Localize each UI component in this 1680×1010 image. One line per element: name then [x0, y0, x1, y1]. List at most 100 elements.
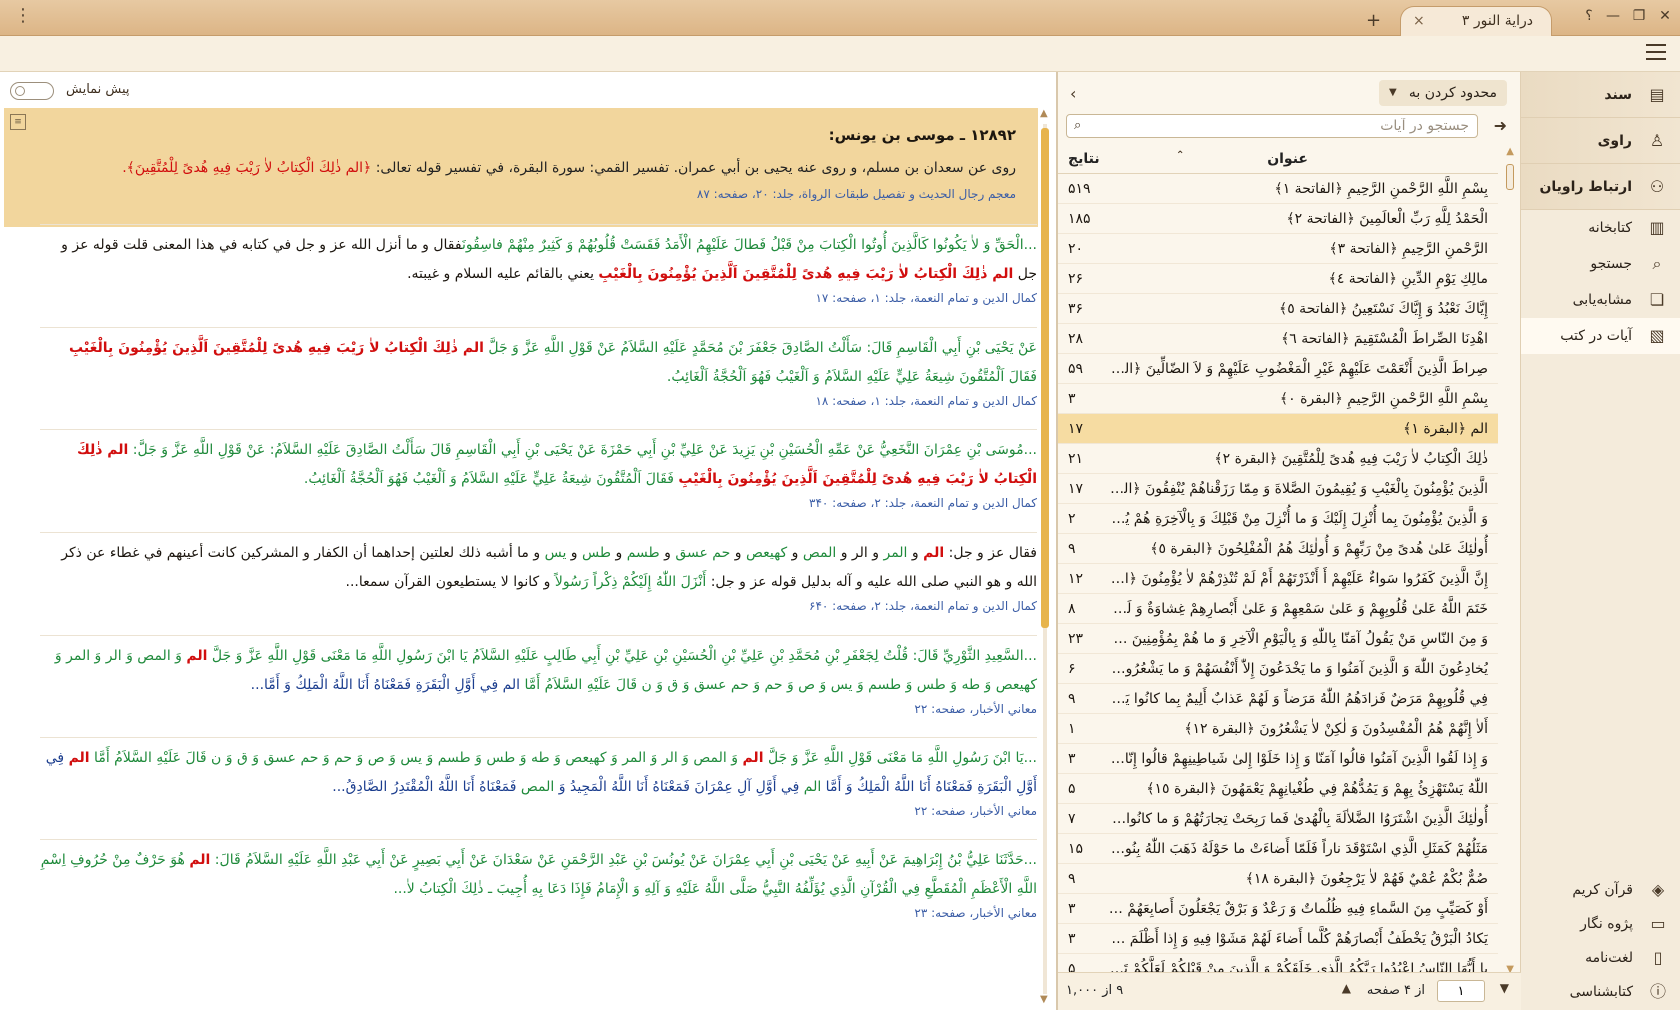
result-entry[interactable]: ...الْحَقِّ وَ لاٰ يَكُونُوا كَالَّذِينَ… [40, 224, 1037, 305]
nav-label: ارتباط راویان [1539, 179, 1632, 195]
verse-row[interactable]: يَكادُ الْبَرْقُ يَخْطَفُ أَبْصارَهُمْ ك… [1058, 924, 1498, 954]
verse-row[interactable]: وَ مِنَ النّاسِ مَنْ يَقُولُ آمَنّا بِال… [1058, 624, 1498, 654]
preview-toggle[interactable] [10, 82, 54, 100]
entry-source-link[interactable]: معاني الأخبار، صفحه: ۲۳ [40, 906, 1037, 920]
verse-row[interactable]: إِيَّاكَ نَعْبُدُ وَ إِيَّاكَ نَسْتَعِين… [1058, 294, 1498, 324]
close-window-button[interactable]: ✕ [1656, 8, 1674, 24]
entry-text-segment: فَقَالَ اَلْمُتَّقُونَ شِيعَةُ عَلِيٍّ ع… [303, 471, 679, 487]
verse-row[interactable]: الْحَمْدُ لِلَّهِ رَبِّ الْعالَمِينَ ﴿ال… [1058, 204, 1498, 234]
app-menu-button[interactable]: ⋮ [14, 6, 32, 26]
verse-row[interactable]: بِسْمِ اللَّهِ الرَّحْمنِ الرَّحِيمِ ﴿ال… [1058, 384, 1498, 414]
entry-text-segment: فِي أَوَّلِ آلِ عِمْرَانَ فَمَعْنَاهُ أَ… [554, 779, 804, 795]
result-count: ۹ از ۱,۰۰۰ [1066, 983, 1124, 998]
nav-item-dictionary[interactable]: ▯ لغت‌نامه [1521, 940, 1680, 976]
nav-item-search[interactable]: ⌕ جستجو [1521, 246, 1680, 282]
verse-row[interactable]: الرَّحْمنِ الرَّحِيمِ ﴿الفاتحة ٣﴾ ۲۰ [1058, 234, 1498, 264]
nav-item-quran[interactable]: ◈ قرآن کریم [1521, 872, 1680, 908]
search-icon: ⌕ [1652, 254, 1662, 273]
verse-row[interactable]: أَوْ كَصَيِّبٍ مِنَ السَّماءِ فِيهِ ظُلُ… [1058, 894, 1498, 924]
page-input[interactable] [1437, 980, 1485, 1002]
content-scrollbar[interactable]: ▲ ▼ [1038, 108, 1052, 1008]
maximize-button[interactable]: ❐ [1630, 8, 1648, 24]
hamburger-menu-icon[interactable] [1646, 44, 1666, 60]
verse-count: ۳ [1068, 931, 1076, 947]
verses-scrollbar[interactable]: ▲ ▼ [1500, 146, 1518, 976]
entry-source-link[interactable]: كمال الدين و تمام النعمة، جلد: ۲، صفحه: … [40, 599, 1037, 613]
verse-row[interactable]: يُخادِعُونَ اللّٰهَ وَ الَّذِينَ آمَنُوا… [1058, 654, 1498, 684]
nav-item-verses-in-books[interactable]: ▧ آیات در کتب [1521, 318, 1680, 354]
nav-item-narrator[interactable]: ♙ راوی [1521, 118, 1680, 164]
tab-close-icon[interactable]: × [1413, 7, 1425, 35]
collapse-panel-icon[interactable]: ‹ [1070, 84, 1076, 103]
nav-label: کتابشناسی [1569, 984, 1633, 1000]
arrow-right-icon[interactable]: ➜ [1494, 116, 1507, 135]
scroll-down-icon[interactable]: ▼ [1040, 994, 1048, 1005]
search-icon[interactable]: ⌕ [1074, 118, 1081, 133]
verse-row[interactable]: صِراطَ الَّذِينَ أَنْعَمْتَ عَلَيْهِمْ غ… [1058, 354, 1498, 384]
verse-row[interactable]: أُولٰئِكَ الَّذِينَ اشْتَرَوُا الضَّلاٰل… [1058, 804, 1498, 834]
verse-row[interactable]: الَّذِينَ يُؤْمِنُونَ بِالْغَيْبِ وَ يُق… [1058, 474, 1498, 504]
nav-item-narrator-links[interactable]: ⚇ ارتباط راویان [1521, 164, 1680, 210]
verse-row[interactable]: وَ إِذا لَقُوا الَّذِينَ آمَنُوا قالُوا … [1058, 744, 1498, 774]
verse-row[interactable]: مَثَلُهُمْ كَمَثَلِ الَّذِي اسْتَوْقَدَ … [1058, 834, 1498, 864]
table-header: عنوان ⌃ نتایج [1058, 146, 1498, 174]
entry-source-link[interactable]: معاني الأخبار، صفحه: ۲۲ [40, 804, 1037, 818]
verse-row[interactable]: فِي قُلُوبِهِمْ مَرَضٌ فَزادَهُمُ اللّٰه… [1058, 684, 1498, 714]
verse-row[interactable]: وَ الَّذِينَ يُؤْمِنُونَ بِما أُنْزِلَ إ… [1058, 504, 1498, 534]
nav-item-library[interactable]: ▥ کتابخانه [1521, 210, 1680, 246]
title-bar: ⋮ + درایة النور ۳ × ؟ — ❐ ✕ [0, 0, 1680, 36]
minimize-button[interactable]: — [1604, 8, 1622, 24]
result-entry[interactable]: ...مُوسَى بْنِ عِمْرَانَ النَّخَعِيُّ عَ… [40, 429, 1037, 510]
sort-up-icon[interactable]: ⌃ [1176, 150, 1184, 161]
verse-row[interactable]: صُمٌّ بُكْمٌ عُمْيٌ فَهُمْ لاٰ يَرْجِعُو… [1058, 864, 1498, 894]
narrator-hit-card[interactable]: ≡ ۱۲۸۹۲ ـ موسى بن يونس: روى عن سعدان بن … [4, 108, 1038, 227]
result-entry[interactable]: عَنْ يَحْيَى بْنِ أَبِي الْقَاسِمِ قَالَ… [40, 327, 1037, 408]
verse-title: أَوْ كَصَيِّبٍ مِنَ السَّماءِ فِيهِ ظُلُ… [1108, 901, 1488, 917]
result-entry[interactable]: ...يَا ابْنَ رَسُولِ اللَّهِ مَا مَعْنَى… [40, 737, 1037, 818]
entry-text-segment: طسم [626, 545, 660, 561]
entry-source-link[interactable]: معاني الأخبار، صفحه: ۲۲ [40, 702, 1037, 716]
nav-item-similarity[interactable]: ❏ مشابه‌یابی [1521, 282, 1680, 318]
new-tab-button[interactable]: + [1366, 10, 1381, 31]
hit-title: ۱۲۸۹۲ ـ موسى بن يونس: [828, 126, 1016, 144]
result-entry[interactable]: فقال عز و جل: الم و المر و الر و المص و … [40, 532, 1037, 613]
result-entry[interactable]: ...السَّعِيدِ الثَّوْرِيِّ قَالَ: قُلْتُ… [40, 635, 1037, 716]
entry-text: ...حَدَّثَنَا عَلِيُّ بْنُ إِبْرَاهِيمَ … [40, 840, 1037, 904]
tab-active[interactable]: درایة النور ۳ × [1400, 6, 1552, 36]
entry-source-link[interactable]: كمال الدين و تمام النعمة، جلد: ۱، صفحه: … [40, 394, 1037, 408]
verse-row[interactable]: خَتَمَ اللَّهُ عَلىٰ قُلُوبِهِمْ وَ عَلى… [1058, 594, 1498, 624]
scroll-up-icon[interactable]: ▲ [1040, 108, 1048, 119]
limit-dropdown[interactable]: محدود کردن به ▼ [1379, 80, 1507, 106]
verse-count: ۳ [1068, 391, 1076, 407]
card-menu-icon[interactable]: ≡ [10, 114, 26, 130]
scroll-thumb[interactable] [1506, 164, 1514, 190]
column-results[interactable]: نتایج [1068, 151, 1100, 167]
scroll-up-icon[interactable]: ▲ [1506, 146, 1514, 157]
verse-row[interactable]: بِسْمِ اللَّهِ الرَّحْمنِ الرَّحِيمِ ﴿ال… [1058, 174, 1498, 204]
page-up-icon[interactable]: ▲ [1342, 981, 1351, 995]
entry-source-link[interactable]: كمال الدين و تمام النعمة، جلد: ۲، صفحه: … [40, 496, 1037, 510]
verse-row[interactable]: اهْدِنَا الصِّراطَ الْمُسْتَقِيمَ ﴿الفات… [1058, 324, 1498, 354]
nav-item-sanad[interactable]: ▤ سند [1521, 72, 1680, 118]
verse-search-input[interactable] [1066, 114, 1478, 138]
help-icon[interactable]: ؟ [1580, 8, 1598, 24]
hit-source-link[interactable]: معجم رجال الحديث و تفصيل طبقات الرواة، ج… [697, 187, 1016, 201]
verse-row[interactable]: أُولٰئِكَ عَلىٰ هُدىً مِنْ رَبِّهِمْ وَ … [1058, 534, 1498, 564]
verse-count: ۹ [1068, 691, 1076, 707]
nav-item-notes[interactable]: ▭ پژوه نگار [1521, 906, 1680, 942]
tab-title: درایة النور ۳ [1461, 13, 1533, 29]
page-dropdown-icon[interactable]: ▼ [1500, 981, 1509, 995]
entry-text: ...يَا ابْنَ رَسُولِ اللَّهِ مَا مَعْنَى… [40, 738, 1037, 802]
scroll-thumb[interactable] [1041, 128, 1049, 628]
result-entry[interactable]: ...حَدَّثَنَا عَلِيُّ بْنُ إِبْرَاهِيمَ … [40, 839, 1037, 920]
entry-source-link[interactable]: كمال الدين و تمام النعمة، جلد: ۱، صفحه: … [40, 291, 1037, 305]
verse-row[interactable]: إِنَّ الَّذِينَ كَفَرُوا سَواءٌ عَلَيْهِ… [1058, 564, 1498, 594]
verse-row[interactable]: أَلاٰ إِنَّهُمْ هُمُ الْمُفْسِدُونَ وَ ل… [1058, 714, 1498, 744]
verse-row[interactable]: اللّٰهُ يَسْتَهْزِئُ بِهِمْ وَ يَمُدُّهُ… [1058, 774, 1498, 804]
verse-row[interactable]: الم ﴿البقرة ١﴾ ۱۷ [1058, 414, 1498, 444]
verse-row[interactable]: مالِكِ يَوْمِ الدِّينِ ﴿الفاتحة ٤﴾ ۲۶ [1058, 264, 1498, 294]
nav-item-bibliography[interactable]: ⓘ کتابشناسی [1521, 974, 1680, 1010]
verse-row[interactable]: ذٰلِكَ الْكِتابُ لاٰ رَيْبَ فِيهِ هُدىً … [1058, 444, 1498, 474]
column-title[interactable]: عنوان [1267, 151, 1308, 167]
entry-text-segment: المص [520, 779, 555, 795]
